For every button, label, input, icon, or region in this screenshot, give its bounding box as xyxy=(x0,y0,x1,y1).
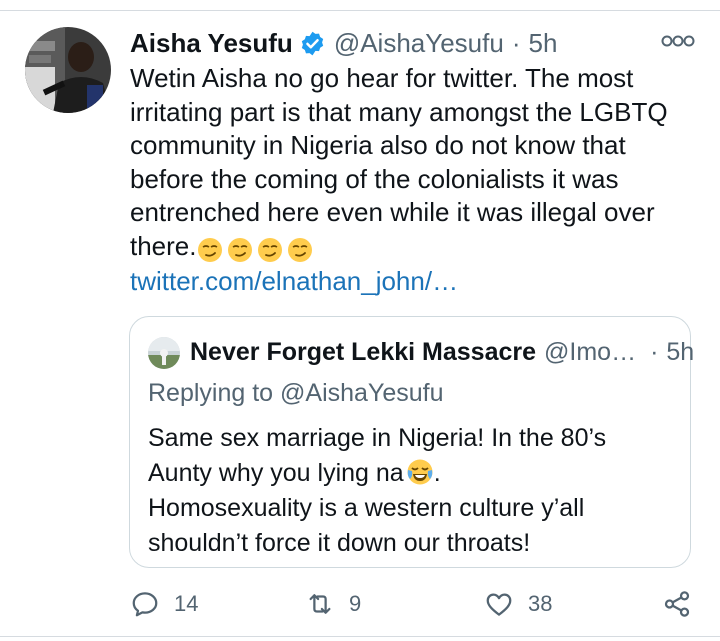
quoted-line: Homosexuality is a western culture y’all xyxy=(148,494,585,522)
quoted-tweet-header: Never Forget Lekki Massacre @Imo… · 5h xyxy=(190,335,694,369)
smirking-face-icon xyxy=(287,237,313,263)
heart-icon xyxy=(486,593,512,616)
reply-button[interactable]: 14 xyxy=(130,584,198,624)
retweet-icon xyxy=(309,594,331,614)
like-count: 38 xyxy=(528,591,553,616)
top-divider xyxy=(0,10,720,11)
face-with-tears-of-joy-icon xyxy=(406,458,434,486)
author-name[interactable]: Aisha Yesufu xyxy=(130,28,293,59)
author-handle[interactable]: @AishaYesufu xyxy=(334,28,504,59)
smirking-face-icon xyxy=(197,237,223,263)
reply-count: 14 xyxy=(174,591,199,616)
share-button[interactable] xyxy=(662,584,692,624)
tweet-text: Wetin Aisha no go hear for twitter. The … xyxy=(130,62,690,267)
quoted-line: Same sex marriage in Nigeria! In the 80’… xyxy=(148,424,607,452)
smirking-face-icon xyxy=(227,237,253,263)
quoted-tweet-card[interactable]: Never Forget Lekki Massacre @Imo… · 5h R… xyxy=(129,316,694,568)
post-time[interactable]: 5h xyxy=(528,28,557,59)
separator-dot: · xyxy=(511,27,521,58)
replying-to-label: Replying to @AishaYesufu xyxy=(148,379,444,407)
quoted-separator-dot: · xyxy=(650,337,659,366)
avatar-photo xyxy=(25,27,111,113)
tweet-actions: 14 9 38 xyxy=(0,584,720,624)
quoted-line: Aunty why you lying na xyxy=(148,459,404,487)
tweet-body: Wetin Aisha no go hear for twitter. The … xyxy=(130,63,668,261)
verified-badge-icon xyxy=(299,30,326,57)
bottom-divider xyxy=(0,636,720,637)
tweet-header: Aisha Yesufu @AishaYesufu · 5h xyxy=(130,25,557,61)
quoted-avatar-photo xyxy=(148,337,180,369)
smirking-face-icon xyxy=(257,237,283,263)
more-options-icon[interactable] xyxy=(660,34,696,48)
retweet-button[interactable]: 9 xyxy=(305,584,361,624)
quoted-line-with-emoji: Aunty why you lying na. xyxy=(148,458,441,487)
author-avatar[interactable] xyxy=(25,27,111,113)
tweet-link[interactable]: twitter.com/elnathan_john/… xyxy=(130,266,458,297)
quoted-author-handle[interactable]: @Imo… xyxy=(544,338,636,367)
share-icon xyxy=(664,591,690,617)
quoted-post-time: 5h xyxy=(666,337,695,366)
retweet-count: 9 xyxy=(349,591,362,616)
like-button[interactable]: 38 xyxy=(484,584,552,624)
quoted-line: shouldn’t force it down our throats! xyxy=(148,529,531,557)
reply-icon xyxy=(132,592,158,617)
smirk-emoji-group xyxy=(197,234,317,268)
quoted-author-name[interactable]: Never Forget Lekki Massacre xyxy=(190,338,536,367)
quoted-author-avatar xyxy=(148,337,180,369)
quoted-tweet-text: Same sex marriage in Nigeria! In the 80’… xyxy=(148,421,678,561)
